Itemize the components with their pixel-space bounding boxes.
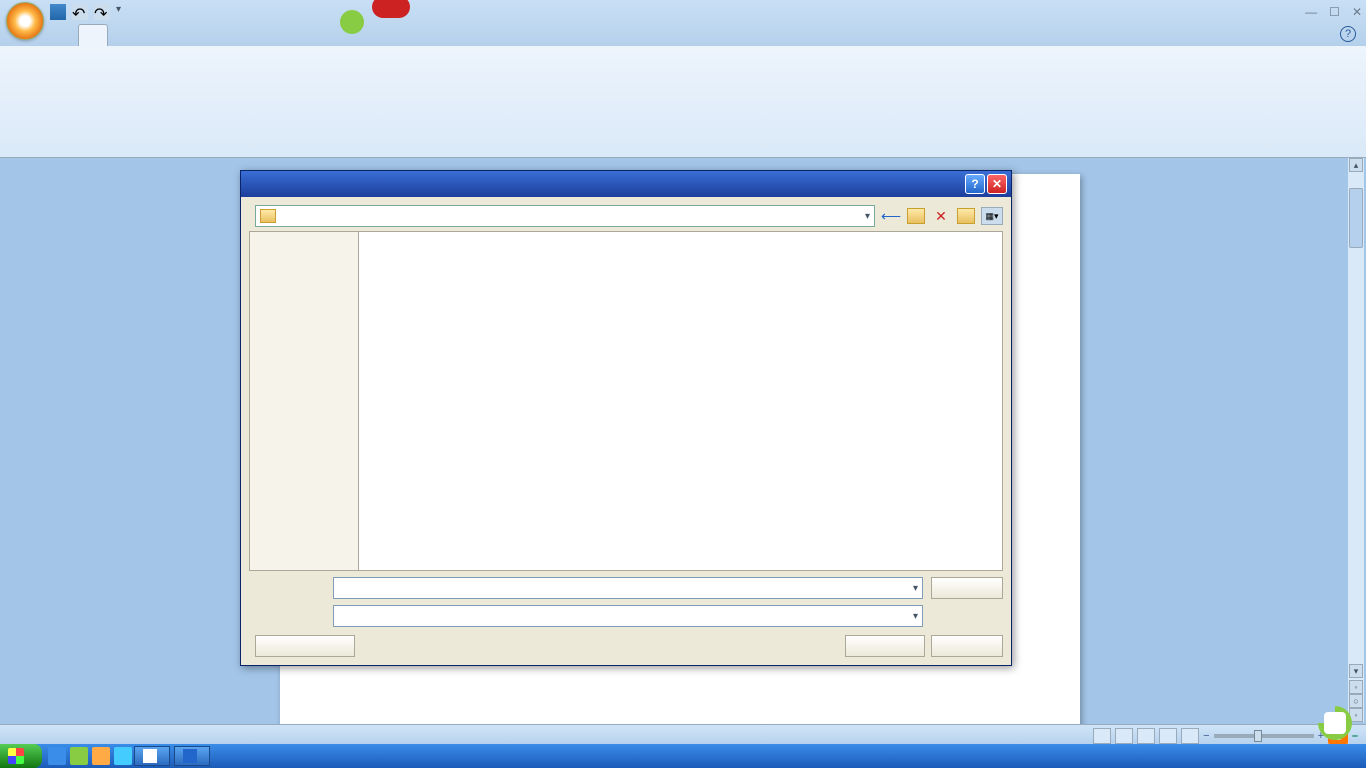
scroll-down-button[interactable]: ▾ [1349,664,1363,678]
watermark-logo-icon [1318,706,1352,740]
redo-icon[interactable]: ↷ [94,4,110,20]
ribbon [0,46,1366,158]
filename-input[interactable]: ▾ [333,577,923,599]
dialog-close-button[interactable]: ✕ [987,174,1007,194]
tab-view[interactable] [220,24,248,46]
range-button[interactable] [931,577,1003,599]
file-list[interactable] [359,231,1003,571]
watermark [1318,706,1358,740]
chevron-down-icon[interactable]: ▾ [865,211,870,222]
prev-page-button[interactable]: ◦ [1349,680,1363,694]
up-icon[interactable] [907,208,925,224]
titlebar: ↶ ↷ ▾ — ☐ ✕ [0,0,1366,24]
places-bar [249,231,359,571]
undo-icon[interactable]: ↶ [72,4,88,20]
chevron-down-icon[interactable]: ▾ [913,611,918,622]
tab-references[interactable] [136,24,164,46]
view-web-icon[interactable] [1137,728,1155,744]
back-icon[interactable]: ⟵ [881,206,901,226]
app-icon[interactable] [114,747,132,765]
tab-pagelayout[interactable] [108,24,136,46]
cancel-button[interactable] [931,635,1003,657]
ie-icon[interactable] [48,747,66,765]
ie-icon [143,749,157,763]
chevron-down-icon[interactable]: ▾ [913,583,918,594]
folder-icon [260,209,276,223]
word-icon [183,749,197,763]
views-icon[interactable]: ▦▾ [981,207,1003,225]
tab-home[interactable] [50,24,78,46]
tab-review[interactable] [192,24,220,46]
app-icon[interactable] [92,747,110,765]
qat-dropdown-icon[interactable]: ▾ [116,4,132,20]
help-button[interactable]: ? [1340,26,1356,42]
view-draft-icon[interactable] [1181,728,1199,744]
insert-button[interactable] [845,635,925,657]
scroll-thumb[interactable] [1349,188,1363,248]
desktop-icon[interactable] [70,747,88,765]
maximize-button[interactable]: ☐ [1329,5,1340,19]
quicklaunch [48,747,132,765]
lookin-combo[interactable]: ▾ [255,205,875,227]
zoom-thumb[interactable] [1254,730,1262,742]
minimize-button[interactable]: — [1305,5,1317,19]
tab-mailings[interactable] [164,24,192,46]
dialog-titlebar[interactable]: ? ✕ [241,171,1011,197]
close-button[interactable]: ✕ [1352,5,1362,19]
save-icon[interactable] [50,4,66,20]
start-button[interactable] [0,744,42,768]
delete-icon[interactable]: ✕ [931,206,951,226]
tab-insert[interactable] [78,24,108,46]
taskbar-item[interactable] [134,746,170,766]
zoom-slider[interactable] [1214,734,1314,738]
mascot-icon [340,10,364,34]
zoom-out-button[interactable]: − [1203,730,1209,742]
accelerate-overlay[interactable] [340,0,410,44]
tools-button[interactable] [255,635,355,657]
statusbar: − + S [0,724,1366,746]
office-button[interactable] [6,2,44,40]
dialog-help-button[interactable]: ? [965,174,985,194]
taskbar [0,744,1366,768]
taskbar-item[interactable] [174,746,210,766]
score-badge [372,0,410,18]
view-print-layout-icon[interactable] [1093,728,1111,744]
scroll-up-button[interactable]: ▴ [1349,158,1363,172]
ribbon-tabs: ? [0,24,1366,46]
newfolder-icon[interactable] [957,208,975,224]
view-outline-icon[interactable] [1159,728,1177,744]
vertical-scrollbar[interactable]: ▴ ▾ ◦ ○ ◦ [1348,158,1364,722]
filetype-combo[interactable]: ▾ [333,605,923,627]
quick-access-toolbar: ↶ ↷ ▾ [50,4,132,20]
view-fullscreen-icon[interactable] [1115,728,1133,744]
insert-file-dialog: ? ✕ ▾ ⟵ ✕ ▦▾ ▾ [240,170,1012,666]
